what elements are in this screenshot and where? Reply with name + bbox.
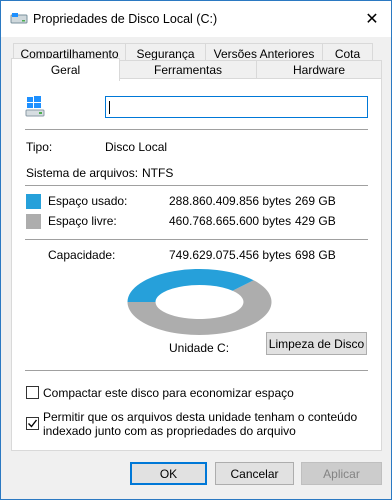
used-space-bytes: 288.860.409.856 bytes (169, 194, 292, 208)
drive-name-input[interactable] (105, 96, 368, 118)
compress-checkbox[interactable] (26, 386, 39, 399)
free-space-label: Espaço livre: (48, 214, 117, 228)
apply-button[interactable]: Aplicar (301, 462, 382, 485)
used-space-swatch (26, 194, 41, 209)
close-button[interactable]: ✕ (359, 7, 385, 31)
checkmark-icon (28, 419, 38, 428)
type-label: Tipo: (26, 140, 53, 154)
tab-label: Versões Anteriores (213, 46, 315, 61)
drive-label: Unidade C: (169, 341, 230, 355)
disk-cleanup-label: Limpeza de Disco (268, 336, 365, 351)
drive-icon (10, 13, 28, 24)
title-bar[interactable]: Propriedades de Disco Local (C:) ✕ (1, 1, 391, 37)
separator (25, 239, 368, 240)
windows-drive-icon (25, 96, 45, 117)
close-icon: ✕ (365, 11, 379, 28)
tab-label: Segurança (136, 46, 195, 61)
free-space-swatch (26, 214, 41, 229)
free-space-bytes: 460.768.665.600 bytes (169, 214, 292, 228)
separator (25, 370, 368, 371)
properties-window: Propriedades de Disco Local (C:) ✕ Compa… (0, 0, 392, 500)
compress-label: Compactar este disco para economizar esp… (43, 386, 294, 400)
apply-label: Aplicar (323, 466, 360, 481)
used-space-gb: 269 GB (295, 194, 336, 208)
type-value: Disco Local (105, 140, 168, 154)
disk-cleanup-button[interactable]: Limpeza de Disco (266, 332, 367, 355)
filesystem-label: Sistema de arquivos: (26, 166, 139, 180)
free-space-gb: 429 GB (295, 214, 336, 228)
used-space-ring (127, 269, 254, 302)
ok-label: OK (159, 466, 178, 481)
tab-ferramentas[interactable]: Ferramentas (119, 60, 257, 78)
cancel-button[interactable]: Cancelar (215, 462, 294, 485)
index-label-line1: Permitir que os arquivos desta unidade t… (43, 410, 358, 424)
tab-hardware[interactable]: Hardware (256, 60, 382, 78)
tab-label: Geral (50, 63, 81, 77)
used-space-label: Espaço usado: (48, 194, 128, 208)
ok-button[interactable]: OK (130, 462, 207, 485)
tab-label: Ferramentas (153, 62, 223, 77)
index-label-line2: indexado junto com as propriedades do ar… (43, 424, 296, 438)
capacity-gb: 698 GB (295, 248, 336, 262)
cancel-label: Cancelar (230, 466, 279, 481)
tab-label: Hardware (292, 62, 346, 77)
separator (25, 185, 368, 186)
separator (25, 129, 368, 130)
disk-usage-donut (127, 269, 272, 335)
capacity-bytes: 749.629.075.456 bytes (169, 248, 292, 262)
window-title: Propriedades de Disco Local (C:) (33, 12, 218, 26)
tab-label: Cota (334, 46, 361, 61)
index-checkbox[interactable] (26, 417, 39, 430)
filesystem-value: NTFS (142, 166, 174, 180)
capacity-label: Capacidade: (48, 248, 116, 262)
text-caret (109, 101, 110, 114)
tab-geral[interactable]: Geral (11, 58, 120, 81)
